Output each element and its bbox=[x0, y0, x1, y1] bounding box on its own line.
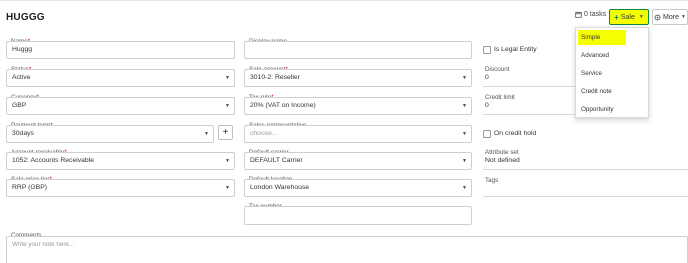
name-value: Huggg bbox=[12, 46, 33, 53]
tax-rule-value: 20% (VAT on Income) bbox=[250, 102, 316, 109]
tasks-label: 0 tasks bbox=[584, 11, 607, 18]
sale-account-value: 3010-2: Reseller bbox=[250, 74, 300, 81]
sales-representative-placeholder: choose... bbox=[250, 130, 278, 137]
payment-term-select[interactable] bbox=[6, 125, 214, 143]
page-title: HUGGG bbox=[6, 12, 45, 23]
is-legal-entity-checkbox[interactable] bbox=[483, 46, 491, 54]
more-button-label: More bbox=[663, 13, 679, 21]
credit-limit-label: Credit limit bbox=[485, 94, 515, 101]
on-credit-hold-label: On credit hold bbox=[494, 130, 537, 137]
comments-placeholder: Write your note here... bbox=[12, 241, 75, 248]
chevron-down-icon: ▼ bbox=[225, 185, 230, 191]
calendar-icon bbox=[575, 11, 582, 18]
menu-item-credit-note[interactable]: Credit note bbox=[576, 84, 650, 99]
discount-underline bbox=[483, 86, 576, 87]
add-payment-term-button[interactable]: + bbox=[218, 125, 233, 140]
account-receivable-value: 1052: Accounts Receivable bbox=[12, 157, 94, 164]
is-legal-entity-label: Is Legal Entity bbox=[494, 46, 537, 53]
status-select[interactable] bbox=[6, 69, 235, 87]
sale-button[interactable]: + Sale ▼ bbox=[609, 9, 649, 25]
discount-label: Discount bbox=[485, 66, 510, 73]
sales-representative-select[interactable] bbox=[244, 125, 472, 143]
sale-dropdown-menu: Simple Advanced Service Credit note Oppo… bbox=[575, 27, 649, 118]
chevron-down-icon: ▼ bbox=[462, 185, 467, 191]
currency-select[interactable] bbox=[6, 97, 235, 115]
default-carrier-value: DEFAULT Carrier bbox=[250, 157, 303, 164]
chevron-down-icon: ▼ bbox=[681, 14, 686, 20]
attribute-set-label: Attribute set bbox=[485, 149, 519, 156]
top-divider bbox=[0, 0, 688, 1]
chevron-down-icon: ▼ bbox=[638, 14, 644, 20]
credit-limit-input[interactable]: 0 bbox=[485, 102, 489, 109]
payment-term-value: 30days bbox=[12, 130, 34, 137]
menu-item-simple[interactable]: Simple bbox=[578, 30, 626, 45]
tax-number-input[interactable] bbox=[244, 206, 472, 225]
credit-limit-underline bbox=[483, 114, 576, 115]
tasks-link[interactable]: 0 tasks bbox=[575, 11, 606, 18]
plus-icon: + bbox=[614, 12, 619, 22]
tags-label: Tags bbox=[485, 177, 499, 184]
menu-item-advanced[interactable]: Advanced bbox=[576, 48, 650, 63]
attribute-set-underline bbox=[483, 169, 688, 170]
chevron-down-icon: ▼ bbox=[462, 103, 467, 109]
comments-textarea[interactable] bbox=[6, 236, 688, 263]
menu-item-opportunity[interactable]: Opportunity bbox=[576, 102, 650, 117]
status-value: Active bbox=[12, 74, 31, 81]
on-credit-hold-checkbox[interactable] bbox=[483, 130, 491, 138]
chevron-down-icon: ▼ bbox=[225, 103, 230, 109]
more-button[interactable]: More ▼ bbox=[652, 9, 688, 25]
currency-value: GBP bbox=[12, 102, 27, 109]
discount-input[interactable]: 0 bbox=[485, 74, 489, 81]
name-input[interactable] bbox=[6, 41, 235, 59]
menu-item-service[interactable]: Service bbox=[576, 66, 650, 81]
chevron-down-icon: ▼ bbox=[225, 75, 230, 81]
display-name-input[interactable] bbox=[244, 41, 472, 59]
sale-button-label: Sale bbox=[620, 13, 635, 21]
sale-price-tier-value: RRP (GBP) bbox=[12, 184, 47, 191]
default-location-value: London Warehouse bbox=[250, 184, 310, 191]
chevron-down-icon: ▼ bbox=[204, 131, 209, 137]
tags-input[interactable] bbox=[483, 196, 688, 197]
gear-icon bbox=[654, 14, 661, 20]
chevron-down-icon: ▼ bbox=[225, 158, 230, 164]
chevron-down-icon: ▼ bbox=[462, 75, 467, 81]
attribute-set-select[interactable]: Not defined bbox=[485, 157, 520, 164]
chevron-down-icon: ▼ bbox=[462, 158, 467, 164]
chevron-down-icon: ▼ bbox=[462, 131, 467, 137]
